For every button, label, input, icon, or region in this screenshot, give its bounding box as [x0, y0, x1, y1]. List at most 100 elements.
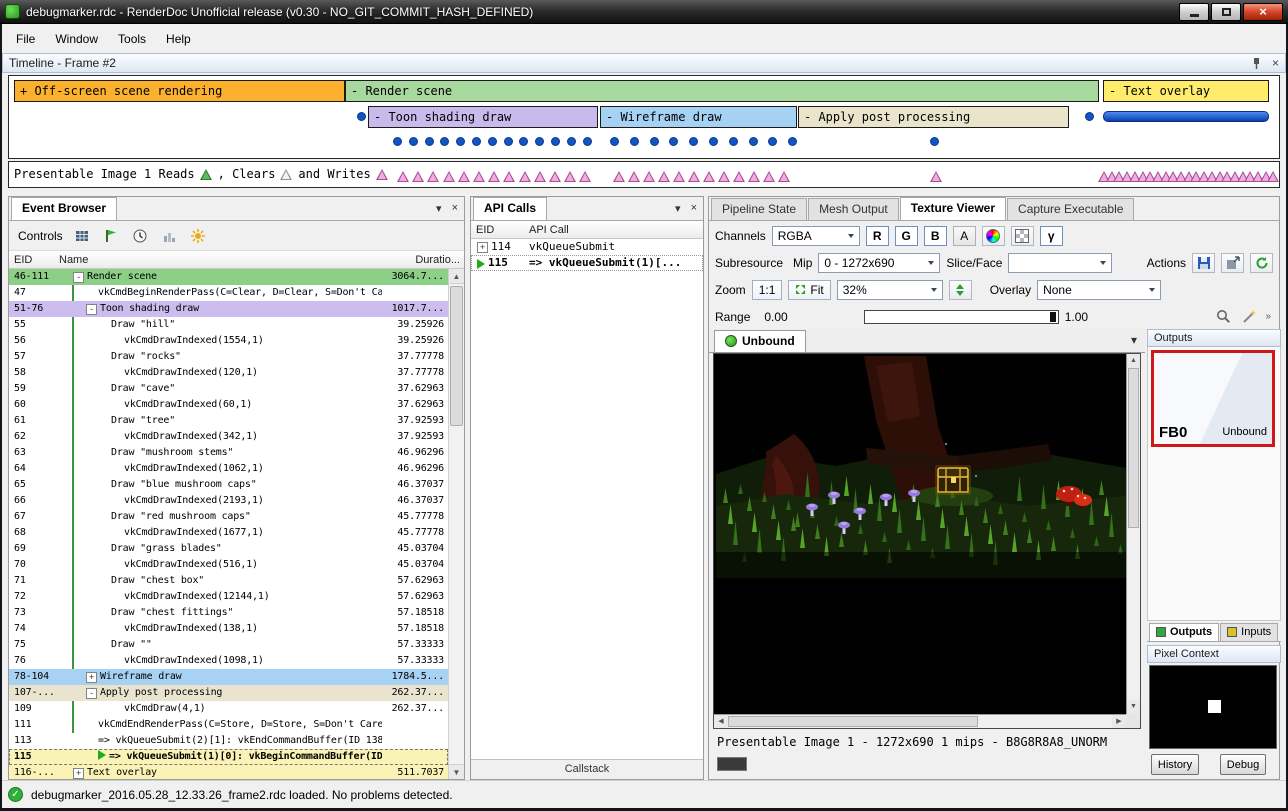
- timeline-marker-bar[interactable]: - Text overlay: [1103, 80, 1269, 102]
- event-dot[interactable]: [357, 112, 366, 121]
- write-marker[interactable]: [1267, 171, 1280, 182]
- event-row[interactable]: 73Draw "chest fittings"57.18518: [9, 605, 448, 621]
- event-dot[interactable]: [488, 137, 497, 146]
- toolbar-overflow-icon[interactable]: »: [1265, 311, 1271, 322]
- overlay-select[interactable]: None: [1037, 280, 1161, 300]
- flip-y-button[interactable]: [949, 280, 972, 300]
- close-icon[interactable]: ×: [691, 202, 697, 215]
- event-row[interactable]: 116-...+Text overlay511.7037: [9, 765, 448, 779]
- event-dot[interactable]: [472, 137, 481, 146]
- event-dot[interactable]: [630, 137, 639, 146]
- event-row[interactable]: 60vkCmdDrawIndexed(60,1)37.62963: [9, 397, 448, 413]
- event-row[interactable]: 70vkCmdDrawIndexed(516,1)45.03704: [9, 557, 448, 573]
- scroll-down-icon[interactable]: ▼: [1127, 700, 1140, 714]
- write-marker[interactable]: [778, 171, 791, 182]
- event-dot[interactable]: [535, 137, 544, 146]
- column-name[interactable]: Name: [59, 254, 398, 266]
- autofit-wand-icon[interactable]: [1239, 307, 1259, 327]
- write-marker[interactable]: [427, 171, 440, 182]
- zoom-percent-select[interactable]: 32%: [837, 280, 943, 300]
- column-eid[interactable]: EID: [471, 224, 529, 236]
- column-eid[interactable]: EID: [9, 254, 59, 266]
- write-marker[interactable]: [458, 171, 471, 182]
- tab-texture-viewer[interactable]: Texture Viewer: [900, 197, 1006, 220]
- expander-icon[interactable]: -: [86, 688, 97, 699]
- scroll-left-icon[interactable]: ◀: [714, 715, 728, 728]
- event-dot[interactable]: [729, 137, 738, 146]
- event-dot[interactable]: [409, 137, 418, 146]
- expander-icon[interactable]: +: [73, 768, 84, 779]
- write-marker[interactable]: [534, 171, 547, 182]
- chevron-down-icon[interactable]: ▾: [675, 202, 681, 215]
- scroll-up-icon[interactable]: ▲: [1127, 354, 1140, 368]
- scroll-right-icon[interactable]: ▶: [1112, 715, 1126, 728]
- red-channel-button[interactable]: R: [866, 226, 889, 246]
- tab-inputs[interactable]: Inputs: [1220, 623, 1278, 641]
- tab-event-browser[interactable]: Event Browser: [11, 197, 117, 220]
- event-row[interactable]: 57Draw "rocks"37.77778: [9, 349, 448, 365]
- expander-icon[interactable]: -: [73, 272, 84, 283]
- timeline-marker-bar[interactable]: + Off-screen scene rendering: [14, 80, 345, 102]
- close-icon[interactable]: ×: [452, 202, 458, 215]
- event-browser-scrollbar[interactable]: ▲ ▼: [448, 269, 464, 779]
- event-row[interactable]: 58vkCmdDrawIndexed(120,1)37.77778: [9, 365, 448, 381]
- timeline-marker-bar[interactable]: - Render scene: [345, 80, 1099, 102]
- scroll-up-icon[interactable]: ▲: [449, 269, 464, 284]
- write-marker[interactable]: [733, 171, 746, 182]
- event-dot[interactable]: [504, 137, 513, 146]
- event-row[interactable]: 72vkCmdDrawIndexed(12144,1)57.62963: [9, 589, 448, 605]
- event-row[interactable]: 75Draw ""57.33333: [9, 637, 448, 653]
- minimize-button[interactable]: [1179, 3, 1209, 21]
- write-marker[interactable]: [443, 171, 456, 182]
- settings-sun-icon[interactable]: [188, 226, 208, 246]
- event-row[interactable]: 61Draw "tree"37.92593: [9, 413, 448, 429]
- write-marker[interactable]: [748, 171, 761, 182]
- alpha-channel-button[interactable]: A: [953, 226, 976, 246]
- mip-select[interactable]: 0 - 1272x690: [818, 253, 940, 273]
- write-marker[interactable]: [930, 171, 943, 182]
- zoom-range-icon[interactable]: [1213, 307, 1233, 327]
- tab-capture-executable[interactable]: Capture Executable: [1007, 198, 1134, 220]
- write-marker[interactable]: [628, 171, 641, 182]
- vertical-scrollbar[interactable]: ▲ ▼: [1126, 354, 1140, 714]
- history-button[interactable]: History: [1151, 754, 1199, 775]
- event-row[interactable]: 46-111-Render scene3064.7...: [9, 269, 448, 285]
- write-marker[interactable]: [673, 171, 686, 182]
- event-dot[interactable]: [749, 137, 758, 146]
- menu-item-file[interactable]: File: [6, 27, 45, 51]
- save-button[interactable]: [1192, 253, 1215, 273]
- time-draws-icon[interactable]: [130, 226, 150, 246]
- event-row[interactable]: 74vkCmdDrawIndexed(138,1)57.18518: [9, 621, 448, 637]
- write-marker[interactable]: [397, 171, 410, 182]
- tab-api-calls[interactable]: API Calls: [473, 197, 547, 220]
- api-call-row[interactable]: 115=> vkQueueSubmit(1)[...: [471, 255, 703, 271]
- event-row[interactable]: 69Draw "grass blades"45.03704: [9, 541, 448, 557]
- event-row[interactable]: 64vkCmdDrawIndexed(1062,1)46.96296: [9, 461, 448, 477]
- timeline-marker-bar[interactable]: - Wireframe draw: [600, 106, 797, 128]
- write-marker[interactable]: [519, 171, 532, 182]
- event-dot[interactable]: [456, 137, 465, 146]
- open-external-button[interactable]: [1221, 253, 1244, 273]
- event-row[interactable]: 62vkCmdDrawIndexed(342,1)37.92593: [9, 429, 448, 445]
- write-marker[interactable]: [763, 171, 776, 182]
- event-dot[interactable]: [788, 137, 797, 146]
- output-fb0-thumbnail[interactable]: FB0 Unbound: [1151, 350, 1275, 447]
- event-dot[interactable]: [519, 137, 528, 146]
- scrollbar-thumb[interactable]: [1128, 368, 1139, 528]
- fit-button[interactable]: Fit: [788, 280, 830, 300]
- write-marker[interactable]: [643, 171, 656, 182]
- column-api-call[interactable]: API Call: [529, 224, 703, 236]
- expander-icon[interactable]: +: [86, 672, 97, 683]
- event-dot[interactable]: [393, 137, 402, 146]
- expander-icon[interactable]: +: [477, 242, 488, 253]
- chevron-down-icon[interactable]: ▾: [1131, 333, 1137, 347]
- event-dot[interactable]: [425, 137, 434, 146]
- event-row[interactable]: 111vkCmdEndRenderPass(C=Store, D=Store, …: [9, 717, 448, 733]
- zoom-one-to-one-button[interactable]: 1:1: [752, 280, 783, 300]
- event-row[interactable]: 66vkCmdDrawIndexed(2193,1)46.37037: [9, 493, 448, 509]
- event-row[interactable]: 109vkCmdDraw(4,1)262.37...: [9, 701, 448, 717]
- event-dot[interactable]: [551, 137, 560, 146]
- event-dot[interactable]: [669, 137, 678, 146]
- debug-button[interactable]: Debug: [1220, 754, 1266, 775]
- timeline-marker-bar[interactable]: - Toon shading draw: [368, 106, 598, 128]
